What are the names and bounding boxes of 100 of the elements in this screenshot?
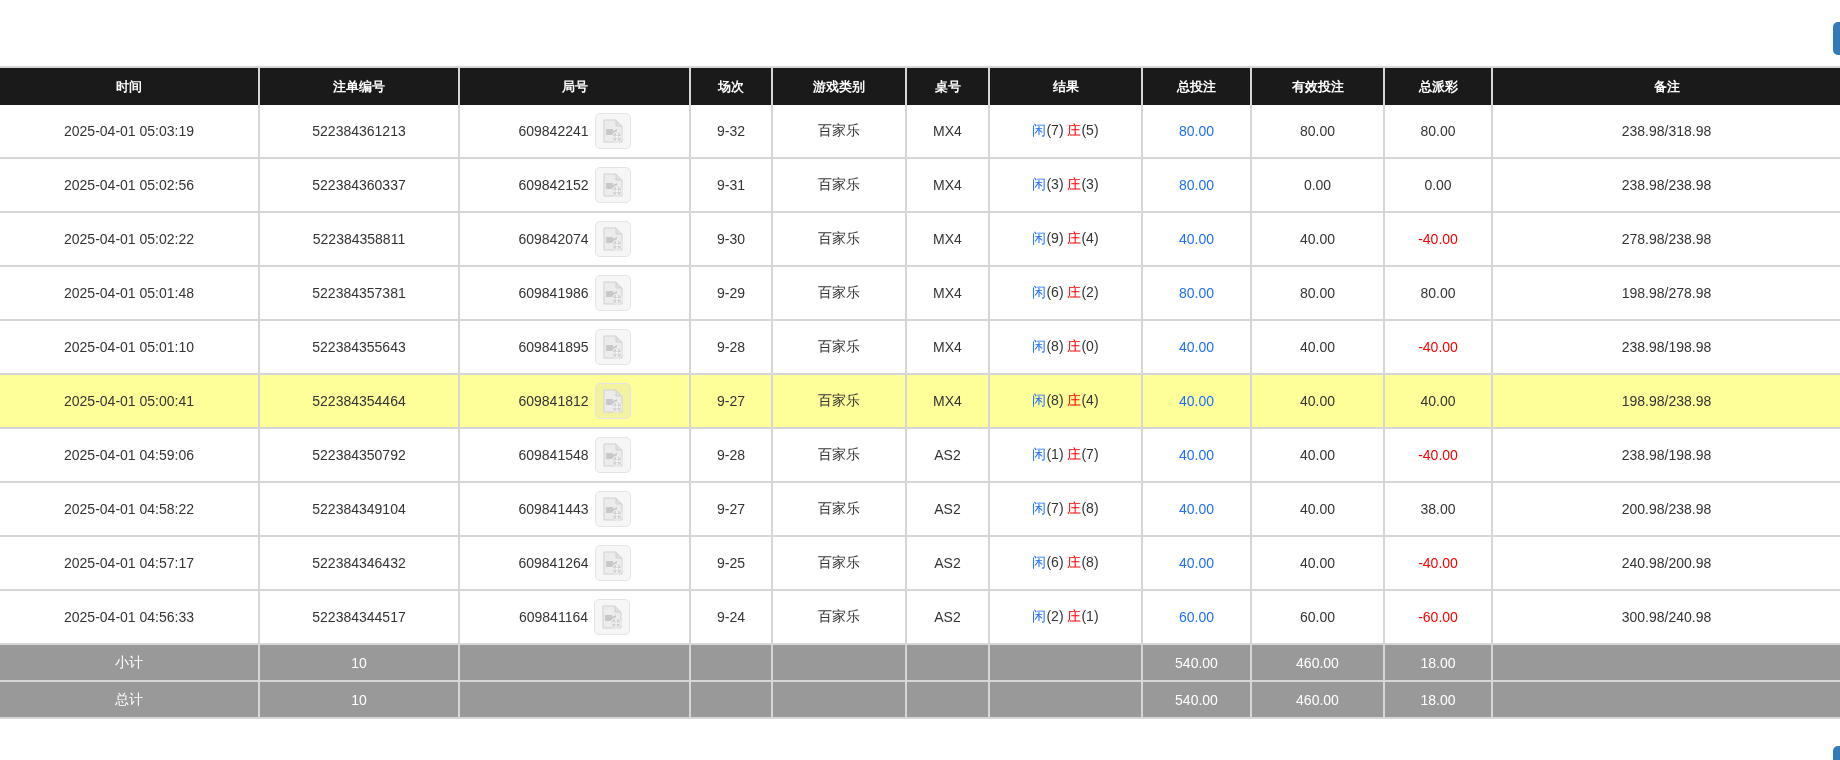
table-cell: 238.98/198.98 [1621, 339, 1712, 355]
table-cell: 40.00 [1178, 501, 1214, 517]
table-cell: 80.00 [1178, 123, 1214, 139]
table-cell: 2025-04-01 05:01:48 [64, 285, 194, 301]
table-cell: 百家乐 [818, 230, 860, 246]
video-button[interactable] [594, 545, 631, 581]
table-cell: 300.98/240.98 [1621, 609, 1712, 625]
table-cell: 40.00 [1178, 393, 1214, 409]
film-file-icon [601, 389, 624, 413]
table-cell: 40.00 [1299, 231, 1335, 247]
table-cell: 闲(7) 庄(8) [1032, 500, 1099, 516]
table-cell: 2025-04-01 05:02:22 [64, 231, 194, 247]
table-cell: AS2 [934, 501, 961, 517]
film-file-icon [601, 119, 624, 143]
table-cell: 闲(6) 庄(8) [1032, 554, 1099, 570]
table-cell: 609841812 [518, 393, 589, 409]
table-cell: 38.00 [1420, 501, 1456, 517]
table-cell: 9-27 [717, 393, 745, 409]
table-cell: 百家乐 [818, 554, 860, 570]
side-button[interactable] [1833, 22, 1840, 55]
table-cell: 238.98/238.98 [1621, 177, 1712, 193]
table-cell: 百家乐 [818, 338, 860, 354]
table-cell: 540.00 [1175, 654, 1218, 671]
table-cell: 609841986 [518, 285, 589, 301]
table-cell: 闲(8) 庄(0) [1032, 338, 1099, 354]
film-file-icon [601, 551, 624, 575]
table-cell: 9-24 [717, 609, 745, 625]
table-cell: 10 [351, 654, 367, 671]
table-cell: 609842241 [518, 123, 589, 139]
video-button[interactable] [594, 221, 631, 257]
table-cell: 百家乐 [818, 284, 860, 300]
table-cell: 460.00 [1296, 654, 1339, 671]
table-row[interactable]: 2025-04-01 04:59:06 522384350792 609841548 9-28 百家乐 AS2 闲(1) 庄(7) 40.00 40.00 -40.00 238.98/198.98 [0, 428, 1840, 482]
table-cell: 40.00 [1420, 393, 1456, 409]
table-cell: 460.00 [1296, 691, 1339, 708]
table-cell: 522384344517 [312, 609, 406, 625]
column-header: 备注 [1492, 67, 1840, 105]
table-cell: 9-31 [717, 177, 745, 193]
table-cell: 40.00 [1299, 393, 1335, 409]
table-cell: 2025-04-01 05:02:56 [64, 177, 194, 193]
table-row[interactable]: 2025-04-01 04:58:22 522384349104 609841443 9-27 百家乐 AS2 闲(7) 庄(8) 40.00 40.00 38.00 200.98/238.98 [0, 482, 1840, 536]
table-cell: 2025-04-01 05:00:41 [64, 393, 194, 409]
film-file-icon [601, 443, 624, 467]
film-file-icon [601, 281, 624, 305]
table-row[interactable]: 2025-04-01 05:02:22 522384358811 609842074 9-30 百家乐 MX4 闲(9) 庄(4) 40.00 40.00 -40.00 278.98/238.98 [0, 212, 1840, 266]
table-cell: 18.00 [1420, 654, 1456, 671]
table-cell: 2025-04-01 04:59:06 [64, 447, 194, 463]
video-button[interactable] [594, 275, 631, 311]
film-file-icon [601, 173, 624, 197]
table-cell: 40.00 [1299, 501, 1335, 517]
table-cell: 40.00 [1178, 339, 1214, 355]
table-cell: 240.98/200.98 [1621, 555, 1712, 571]
table-cell: 百家乐 [818, 176, 860, 192]
film-file-icon [601, 497, 624, 521]
table-row[interactable]: 2025-04-01 05:03:19 522384361213 609842241 9-32 百家乐 MX4 闲(7) 庄(5) 80.00 80.00 80.00 238.98/318.98 [0, 105, 1840, 158]
table-cell: 80.00 [1178, 177, 1214, 193]
table-cell: 522384361213 [312, 123, 406, 139]
table-cell: AS2 [934, 447, 961, 463]
table-cell: 百家乐 [818, 122, 860, 138]
table-cell: 9-28 [717, 339, 745, 355]
table-cell: 闲(1) 庄(7) [1032, 446, 1099, 462]
column-header: 有效投注 [1251, 67, 1384, 105]
table-row[interactable]: 2025-04-01 05:01:48 522384357381 609841986 9-29 百家乐 MX4 闲(6) 庄(2) 80.00 80.00 80.00 198.98/278.98 [0, 266, 1840, 320]
table-cell: 百家乐 [818, 608, 860, 624]
table-cell: 9-25 [717, 555, 745, 571]
table-cell: 闲(2) 庄(1) [1032, 608, 1099, 624]
table-cell: 80.00 [1420, 123, 1456, 139]
table-cell: 609841264 [518, 555, 589, 571]
table-cell: 闲(6) 庄(2) [1032, 284, 1099, 300]
table-row[interactable]: 2025-04-01 05:02:56 522384360337 609842152 9-31 百家乐 MX4 闲(3) 庄(3) 80.00 0.00 0.00 238.98/238.98 [0, 158, 1840, 212]
video-button[interactable] [594, 167, 631, 203]
table-cell: 522384358811 [312, 231, 406, 247]
table-cell: -60.00 [1418, 609, 1458, 625]
table-cell: 40.00 [1299, 555, 1335, 571]
table-cell: -40.00 [1418, 231, 1458, 247]
table-cell: 2025-04-01 04:58:22 [64, 501, 194, 517]
table-cell: 200.98/238.98 [1621, 501, 1712, 517]
video-button[interactable] [594, 329, 631, 365]
table-cell: 522384357381 [312, 285, 406, 301]
table-cell: 522384350792 [312, 447, 406, 463]
table-row[interactable]: 2025-04-01 04:57:17 522384346432 609841264 9-25 百家乐 AS2 闲(6) 庄(8) 40.00 40.00 -40.00 240.98/200.98 [0, 536, 1840, 590]
table-cell: 2025-04-01 04:56:33 [64, 609, 194, 625]
table-cell: 522384354464 [312, 393, 406, 409]
table-cell: 闲(7) 庄(5) [1032, 122, 1099, 138]
video-button[interactable] [594, 491, 631, 527]
table-row[interactable]: 2025-04-01 05:00:41 522384354464 609841812 9-27 百家乐 MX4 闲(8) 庄(4) 40.00 40.00 40.00 198.98/238.98 [0, 374, 1840, 428]
video-button[interactable] [594, 113, 631, 149]
film-file-icon [601, 227, 624, 251]
table-cell: 40.00 [1178, 447, 1214, 463]
table-cell: MX4 [933, 123, 962, 139]
table-cell: 9-30 [717, 231, 745, 247]
table-cell: 9-29 [717, 285, 745, 301]
column-header: 桌号 [906, 67, 989, 105]
table-cell: 40.00 [1178, 555, 1214, 571]
table-cell: 0.00 [1303, 177, 1332, 193]
video-button[interactable] [594, 383, 631, 419]
table-cell: 80.00 [1299, 285, 1335, 301]
video-button[interactable] [594, 599, 630, 635]
table-cell: 522384355643 [312, 339, 406, 355]
video-button[interactable] [594, 437, 631, 473]
